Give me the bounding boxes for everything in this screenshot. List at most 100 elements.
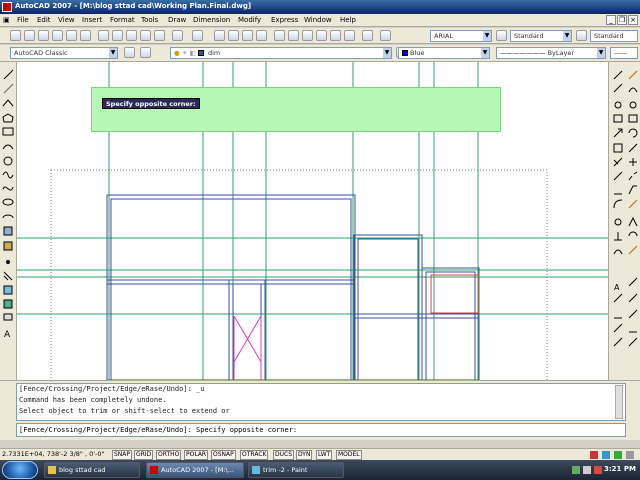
spline-icon[interactable] (2, 186, 14, 191)
undo-icon[interactable] (172, 30, 183, 41)
move-icon[interactable] (613, 128, 623, 138)
quick-dim-icon[interactable] (613, 323, 623, 333)
publish-icon[interactable] (80, 30, 91, 41)
clean-screen-icon[interactable] (614, 451, 622, 459)
zoom-realtime-icon[interactable] (228, 30, 239, 41)
revision-cloud-icon[interactable] (2, 171, 14, 179)
pencil-icon[interactable] (628, 70, 638, 80)
zoom-previous-icon[interactable] (256, 30, 267, 41)
polyline-icon[interactable] (2, 99, 14, 107)
multiline-text-icon[interactable]: A (4, 330, 11, 340)
region-icon[interactable] (3, 299, 13, 309)
open-icon[interactable] (24, 30, 35, 41)
point-icon[interactable] (6, 260, 10, 264)
arc-length-dim-icon[interactable] (613, 249, 623, 255)
table-style-combo[interactable]: Standard (590, 30, 638, 42)
continue-dim-icon[interactable] (628, 309, 638, 319)
layer-combo[interactable]: ● ☀ ◧ dim ▼ (170, 47, 392, 59)
extend-icon[interactable] (629, 158, 637, 166)
layer-properties-icon[interactable] (140, 47, 151, 58)
file-doc-icon[interactable]: ▣ (3, 16, 10, 24)
aligned-dim-icon[interactable] (628, 337, 638, 347)
menu-file[interactable]: File (17, 16, 29, 24)
zoom-window-icon[interactable] (242, 30, 253, 41)
break-at-point-icon[interactable] (613, 171, 623, 181)
menu-express[interactable]: Express (271, 16, 298, 24)
command-history-scrollbar[interactable] (615, 385, 623, 419)
line-icon[interactable] (3, 69, 14, 80)
snap-toggle[interactable]: SNAP (112, 450, 133, 460)
ellipse-arc-icon[interactable] (2, 214, 14, 219)
text-style-icon[interactable] (380, 30, 391, 41)
markup-icon[interactable] (330, 30, 341, 41)
menu-view[interactable]: View (58, 16, 75, 24)
menu-dimension[interactable]: Dimension (193, 16, 230, 24)
linear-dim-icon[interactable] (614, 232, 622, 241)
copy-object-icon[interactable] (614, 101, 622, 109)
polygon-icon[interactable] (2, 113, 14, 123)
task-paint[interactable]: trim -2 - Paint (248, 462, 344, 478)
copy-icon[interactable] (112, 30, 123, 41)
menu-help[interactable]: Help (340, 16, 356, 24)
task-autocad[interactable]: AutoCAD 2007 - [M:\... (146, 462, 244, 478)
circle-icon[interactable] (3, 156, 13, 166)
leader-icon[interactable] (628, 245, 638, 255)
lwt-toggle[interactable]: LWT (316, 450, 333, 460)
dim-style-combo[interactable]: Standard ▼ (510, 30, 572, 42)
mirror-icon[interactable] (629, 101, 637, 109)
system-clock[interactable]: 3:21 PM (604, 465, 636, 473)
block-editor-icon[interactable] (154, 30, 165, 41)
rotate-icon[interactable] (628, 128, 638, 138)
help-icon[interactable] (362, 30, 373, 41)
polyline-edit-icon[interactable] (613, 83, 623, 93)
hatch-icon[interactable] (3, 271, 13, 281)
stretch-icon[interactable] (628, 143, 638, 153)
rectangle-icon[interactable] (2, 127, 14, 136)
cut-icon[interactable] (98, 30, 109, 41)
autocad-app-icon[interactable] (2, 2, 12, 12)
gradient-icon[interactable] (3, 285, 13, 295)
lineweight-combo[interactable]: —— (610, 47, 638, 59)
ortho-toggle[interactable]: ORTHO (156, 450, 182, 460)
task-blog-sttad-cad[interactable]: blog sttad cad (44, 462, 140, 478)
chamfer-icon[interactable] (628, 185, 637, 195)
command-input[interactable]: [Fence/Crossing/Project/Edge/eRase/Undo]… (16, 423, 626, 437)
make-block-icon[interactable] (3, 241, 13, 251)
properties-icon[interactable] (274, 30, 285, 41)
communication-center-icon[interactable] (590, 451, 598, 459)
construction-line-icon[interactable] (3, 83, 14, 94)
tool-palettes-icon[interactable] (302, 30, 313, 41)
array-icon[interactable] (628, 114, 638, 123)
workspace-settings-icon[interactable] (124, 47, 135, 58)
trim-icon[interactable] (613, 157, 623, 167)
text-style-combo[interactable]: ARIAL ▼ (430, 30, 492, 42)
minimize-doc-button[interactable]: _ (606, 15, 616, 25)
linetype-combo[interactable]: ——————— ByLayer ▼ (496, 47, 606, 59)
dyn-toggle[interactable]: DYN (296, 450, 313, 460)
status-menu-icon[interactable] (626, 451, 634, 459)
center-mark-icon[interactable] (628, 293, 638, 303)
scale-icon[interactable] (613, 143, 623, 153)
start-button[interactable] (2, 461, 38, 479)
paste-icon[interactable] (126, 30, 137, 41)
lock-toolbar-icon[interactable] (602, 451, 610, 459)
menu-window[interactable]: Window (304, 16, 332, 24)
dim-edit-icon[interactable] (628, 277, 638, 287)
table-icon[interactable] (3, 313, 13, 321)
ellipse-icon[interactable] (2, 198, 14, 206)
text-tool-icon[interactable]: A (614, 283, 620, 292)
workspace-combo[interactable]: AutoCAD Classic ▼ (10, 47, 118, 59)
print-icon[interactable] (52, 30, 63, 41)
offset-icon[interactable] (613, 114, 623, 123)
calculator-icon[interactable] (344, 30, 355, 41)
radius-dim-icon[interactable] (628, 231, 638, 237)
fillet-icon[interactable] (613, 199, 623, 209)
table-style-icon[interactable] (576, 30, 587, 41)
explode-icon[interactable] (628, 199, 638, 209)
ducs-toggle[interactable]: DUCS (273, 450, 295, 460)
insert-block-icon[interactable] (3, 226, 13, 236)
tolerance-icon[interactable] (613, 293, 623, 303)
spline-edit-icon[interactable] (628, 87, 638, 93)
pan-icon[interactable] (214, 30, 225, 41)
grid-toggle[interactable]: GRID (134, 450, 154, 460)
